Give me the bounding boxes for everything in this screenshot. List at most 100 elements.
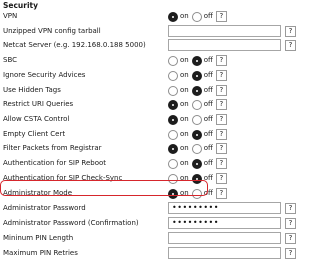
on-label[interactable]: on: [180, 189, 189, 198]
setting-label: Mininum PIN Length: [3, 234, 74, 242]
authentication-for-sip-check-sync-help-button[interactable]: ?: [215, 173, 227, 184]
on-label[interactable]: on: [180, 115, 189, 124]
use-hidden-tags-help-button[interactable]: ?: [215, 85, 227, 96]
authentication-for-sip-check-sync-off-radio[interactable]: [191, 173, 202, 184]
setting-label: SBC: [3, 56, 18, 64]
on-label[interactable]: on: [180, 100, 189, 109]
sbc-on-radio[interactable]: [168, 55, 178, 66]
filter-packets-from-registrar-help-button[interactable]: ?: [215, 143, 227, 154]
setting-label: Netcat Server (e.g. 192.168.0.188 5000): [3, 41, 146, 49]
on-label[interactable]: on: [180, 71, 189, 80]
on-label[interactable]: on: [180, 56, 189, 65]
setting-row-administrator-mode: Administrator Mode on off?: [0, 186, 300, 201]
off-label[interactable]: off: [204, 71, 213, 80]
off-label[interactable]: off: [204, 12, 213, 21]
setting-row-authentication-for-sip-check-sync: Authentication for SIP Check-Sync on off?: [0, 171, 300, 186]
administrator-password-help-button[interactable]: ?: [285, 203, 296, 214]
on-label[interactable]: on: [180, 174, 189, 183]
setting-label: Unzipped VPN config tarball: [3, 27, 101, 35]
vpn-off-radio[interactable]: [191, 11, 202, 22]
maximum-pin-retries-help-button[interactable]: ?: [285, 248, 296, 259]
setting-row-vpn: VPN on off?: [0, 9, 300, 24]
vpn-on-radio[interactable]: [168, 11, 178, 22]
filter-packets-from-registrar-on-radio[interactable]: [168, 143, 178, 154]
netcat-server-e-g-192-168-0-188-5000-input[interactable]: [168, 39, 281, 51]
setting-row-restrict-uri-queries: Restrict URI Queries on off?: [0, 97, 300, 112]
off-label[interactable]: off: [204, 159, 213, 168]
setting-label: VPN: [3, 12, 18, 20]
setting-label: Use Hidden Tags: [3, 86, 61, 94]
netcat-server-e-g-192-168-0-188-5000-help-button[interactable]: ?: [285, 40, 296, 51]
authentication-for-sip-check-sync-radio-group: on off?: [168, 173, 227, 184]
ignore-security-advices-help-button[interactable]: ?: [215, 70, 227, 81]
off-label[interactable]: off: [204, 115, 213, 124]
off-label[interactable]: off: [204, 189, 213, 198]
vpn-radio-group: on off?: [168, 11, 227, 22]
mininum-pin-length-input[interactable]: [168, 232, 281, 244]
on-label[interactable]: on: [180, 159, 189, 168]
authentication-for-sip-reboot-on-radio[interactable]: [168, 158, 178, 169]
setting-label: Ignore Security Advices: [3, 71, 86, 79]
setting-label: Administrator Mode: [3, 189, 73, 197]
off-label[interactable]: off: [204, 130, 213, 139]
on-label[interactable]: on: [180, 86, 189, 95]
authentication-for-sip-check-sync-on-radio[interactable]: [168, 173, 178, 184]
setting-row-administrator-password: Administrator Password •••••••••?: [0, 201, 300, 216]
setting-row-empty-client-cert: Empty Client Cert on off?: [0, 127, 300, 142]
ignore-security-advices-off-radio[interactable]: [191, 70, 202, 81]
authentication-for-sip-reboot-help-button[interactable]: ?: [215, 158, 227, 169]
unzipped-vpn-config-tarball-help-button[interactable]: ?: [285, 26, 296, 37]
unzipped-vpn-config-tarball-input[interactable]: [168, 25, 281, 37]
ignore-security-advices-on-radio[interactable]: [168, 70, 178, 81]
setting-row-mininum-pin-length: Mininum PIN Length?: [0, 231, 300, 246]
off-label[interactable]: off: [204, 144, 213, 153]
mininum-pin-length-help-button[interactable]: ?: [285, 233, 296, 244]
sbc-off-radio[interactable]: [191, 55, 202, 66]
filter-packets-from-registrar-radio-group: on off?: [168, 143, 227, 154]
allow-csta-control-on-radio[interactable]: [168, 114, 178, 125]
allow-csta-control-off-radio[interactable]: [191, 114, 202, 125]
restrict-uri-queries-off-radio[interactable]: [191, 99, 202, 110]
administrator-password-password-field[interactable]: •••••••••: [168, 202, 281, 214]
setting-row-maximum-pin-retries: Maximum PIN Retries?: [0, 246, 300, 261]
vpn-help-button[interactable]: ?: [215, 11, 227, 22]
setting-row-authentication-for-sip-reboot: Authentication for SIP Reboot on off?: [0, 156, 300, 171]
administrator-mode-help-button[interactable]: ?: [215, 188, 227, 199]
off-label[interactable]: off: [204, 100, 213, 109]
maximum-pin-retries-input[interactable]: [168, 247, 281, 259]
ignore-security-advices-radio-group: on off?: [168, 70, 227, 81]
administrator-password-confirmation-password-field[interactable]: •••••••••: [168, 217, 281, 229]
empty-client-cert-radio-group: on off?: [168, 129, 227, 140]
off-label[interactable]: off: [204, 86, 213, 95]
sbc-help-button[interactable]: ?: [215, 55, 227, 66]
on-label[interactable]: on: [180, 130, 189, 139]
use-hidden-tags-on-radio[interactable]: [168, 85, 178, 96]
allow-csta-control-radio-group: on off?: [168, 114, 227, 125]
restrict-uri-queries-on-radio[interactable]: [168, 99, 178, 110]
setting-row-administrator-password-confirmation: Administrator Password (Confirmation) •••…: [0, 216, 300, 231]
empty-client-cert-on-radio[interactable]: [168, 129, 178, 140]
restrict-uri-queries-radio-group: on off?: [168, 99, 227, 110]
restrict-uri-queries-help-button[interactable]: ?: [215, 99, 227, 110]
sbc-radio-group: on off?: [168, 55, 227, 66]
administrator-password-confirmation-help-button[interactable]: ?: [285, 218, 296, 229]
administrator-mode-off-radio[interactable]: [191, 188, 202, 199]
setting-row-sbc: SBC on off?: [0, 53, 300, 68]
empty-client-cert-off-radio[interactable]: [191, 129, 202, 140]
setting-label: Empty Client Cert: [3, 130, 66, 138]
off-label[interactable]: off: [204, 174, 213, 183]
administrator-mode-on-radio[interactable]: [168, 188, 178, 199]
authentication-for-sip-reboot-radio-group: on off?: [168, 158, 227, 169]
use-hidden-tags-off-radio[interactable]: [191, 85, 202, 96]
empty-client-cert-help-button[interactable]: ?: [215, 129, 227, 140]
authentication-for-sip-reboot-off-radio[interactable]: [191, 158, 202, 169]
allow-csta-control-help-button[interactable]: ?: [215, 114, 227, 125]
setting-label: Administrator Password: [3, 204, 86, 212]
setting-label: Authentication for SIP Reboot: [3, 159, 107, 167]
setting-label: Administrator Password (Confirmation): [3, 219, 139, 227]
on-label[interactable]: on: [180, 12, 189, 21]
setting-label: Authentication for SIP Check-Sync: [3, 174, 123, 182]
off-label[interactable]: off: [204, 56, 213, 65]
filter-packets-from-registrar-off-radio[interactable]: [191, 143, 202, 154]
on-label[interactable]: on: [180, 144, 189, 153]
